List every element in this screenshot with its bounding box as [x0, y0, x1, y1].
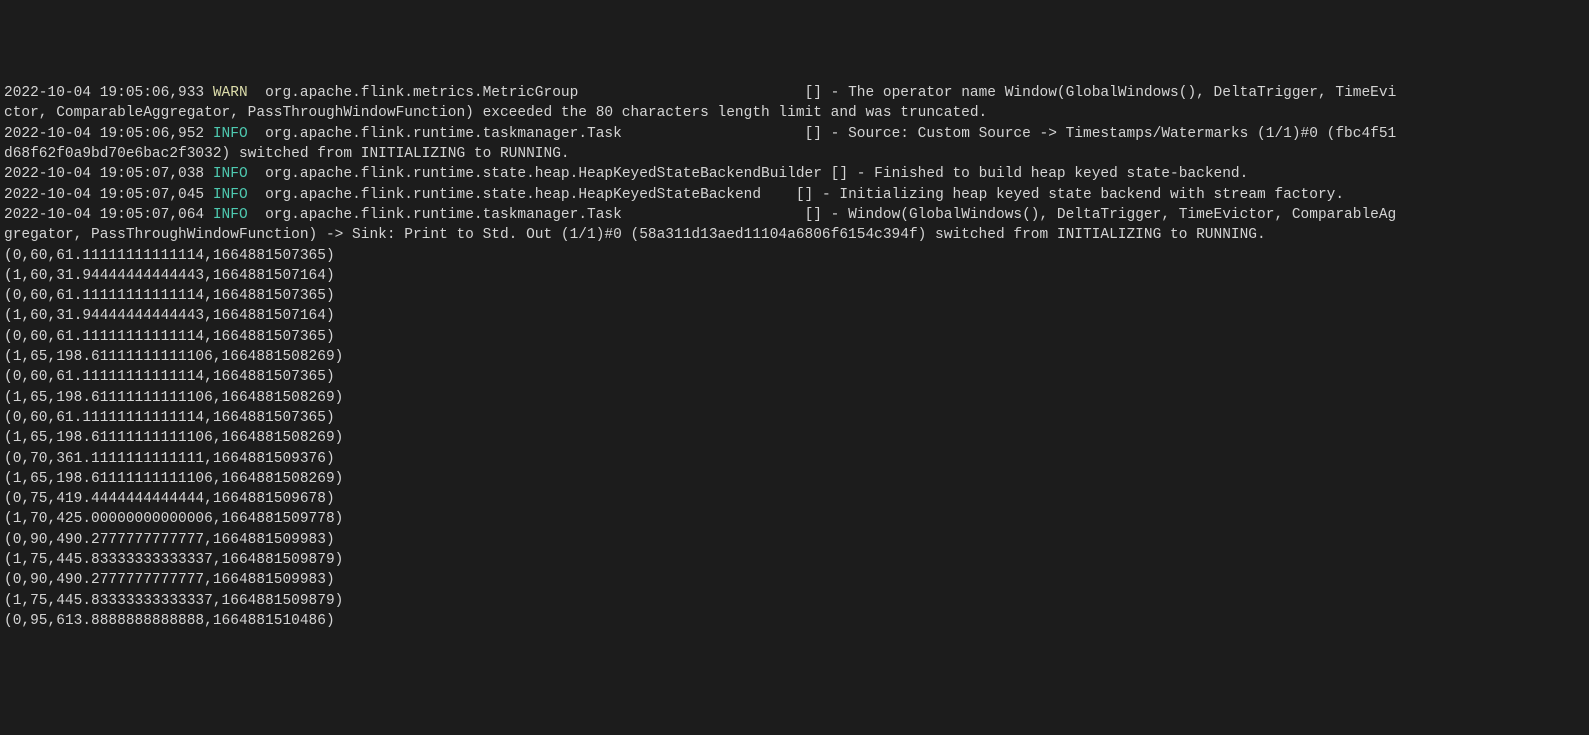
log-line: 2022-10-04 19:05:06,933 WARN org.apache.…	[4, 83, 1585, 103]
stdout-line: (0,60,61.11111111111114,1664881507365)	[4, 246, 1585, 266]
stdout-line: (1,70,425.00000000000006,1664881509778)	[4, 509, 1585, 529]
log-logger: org.apache.flink.runtime.taskmanager.Tas…	[265, 207, 622, 223]
log-message: [] - The operator name Window(GlobalWind…	[805, 85, 1397, 101]
log-continuation: gregator, PassThroughWindowFunction) -> …	[4, 225, 1585, 245]
log-level: INFO	[213, 126, 248, 142]
log-message: [] - Window(GlobalWindows(), DeltaTrigge…	[805, 207, 1397, 223]
log-continuation-text: gregator, PassThroughWindowFunction) -> …	[4, 227, 1266, 243]
stdout-line: (0,95,613.8888888888888,1664881510486)	[4, 611, 1585, 631]
log-timestamp: 2022-10-04 19:05:06,952	[4, 126, 213, 142]
log-timestamp: 2022-10-04 19:05:07,045	[4, 187, 213, 203]
log-message: [] - Initializing heap keyed state backe…	[796, 187, 1344, 203]
log-continuation: ctor, ComparableAggregator, PassThroughW…	[4, 103, 1585, 123]
log-line: 2022-10-04 19:05:07,045 INFO org.apache.…	[4, 185, 1585, 205]
log-level: INFO	[213, 166, 248, 182]
stdout-line: (1,60,31.94444444444443,1664881507164)	[4, 266, 1585, 286]
stdout-line: (1,60,31.94444444444443,1664881507164)	[4, 306, 1585, 326]
log-level: WARN	[213, 85, 248, 101]
log-logger: org.apache.flink.runtime.taskmanager.Tas…	[265, 126, 622, 142]
log-line: 2022-10-04 19:05:07,038 INFO org.apache.…	[4, 164, 1585, 184]
log-line: 2022-10-04 19:05:07,064 INFO org.apache.…	[4, 205, 1585, 225]
terminal-output: 2022-10-04 19:05:06,933 WARN org.apache.…	[4, 83, 1585, 631]
stdout-line: (0,60,61.11111111111114,1664881507365)	[4, 327, 1585, 347]
log-continuation: d68f62f0a9bd70e6bac2f3032) switched from…	[4, 144, 1585, 164]
stdout-line: (0,60,61.11111111111114,1664881507365)	[4, 286, 1585, 306]
log-continuation-text: ctor, ComparableAggregator, PassThroughW…	[4, 105, 987, 121]
log-timestamp: 2022-10-04 19:05:06,933	[4, 85, 213, 101]
stdout-line: (1,65,198.61111111111106,1664881508269)	[4, 388, 1585, 408]
log-message: [] - Source: Custom Source -> Timestamps…	[805, 126, 1397, 142]
stdout-line: (0,70,361.1111111111111,1664881509376)	[4, 449, 1585, 469]
log-logger: org.apache.flink.runtime.state.heap.Heap…	[265, 166, 822, 182]
log-timestamp: 2022-10-04 19:05:07,064	[4, 207, 213, 223]
log-continuation-text: d68f62f0a9bd70e6bac2f3032) switched from…	[4, 146, 570, 162]
stdout-line: (1,65,198.61111111111106,1664881508269)	[4, 347, 1585, 367]
log-level: INFO	[213, 187, 248, 203]
stdout-line: (0,90,490.2777777777777,1664881509983)	[4, 530, 1585, 550]
stdout-line: (1,65,198.61111111111106,1664881508269)	[4, 469, 1585, 489]
log-message: [] - Finished to build heap keyed state-…	[831, 166, 1249, 182]
stdout-line: (1,65,198.61111111111106,1664881508269)	[4, 428, 1585, 448]
log-level: INFO	[213, 207, 248, 223]
stdout-line: (1,75,445.83333333333337,1664881509879)	[4, 591, 1585, 611]
log-logger: org.apache.flink.runtime.state.heap.Heap…	[265, 187, 761, 203]
stdout-line: (0,90,490.2777777777777,1664881509983)	[4, 570, 1585, 590]
stdout-line: (0,75,419.4444444444444,1664881509678)	[4, 489, 1585, 509]
stdout-line: (0,60,61.11111111111114,1664881507365)	[4, 367, 1585, 387]
stdout-line: (0,60,61.11111111111114,1664881507365)	[4, 408, 1585, 428]
log-line: 2022-10-04 19:05:06,952 INFO org.apache.…	[4, 124, 1585, 144]
log-timestamp: 2022-10-04 19:05:07,038	[4, 166, 213, 182]
stdout-line: (1,75,445.83333333333337,1664881509879)	[4, 550, 1585, 570]
log-logger: org.apache.flink.metrics.MetricGroup	[265, 85, 578, 101]
